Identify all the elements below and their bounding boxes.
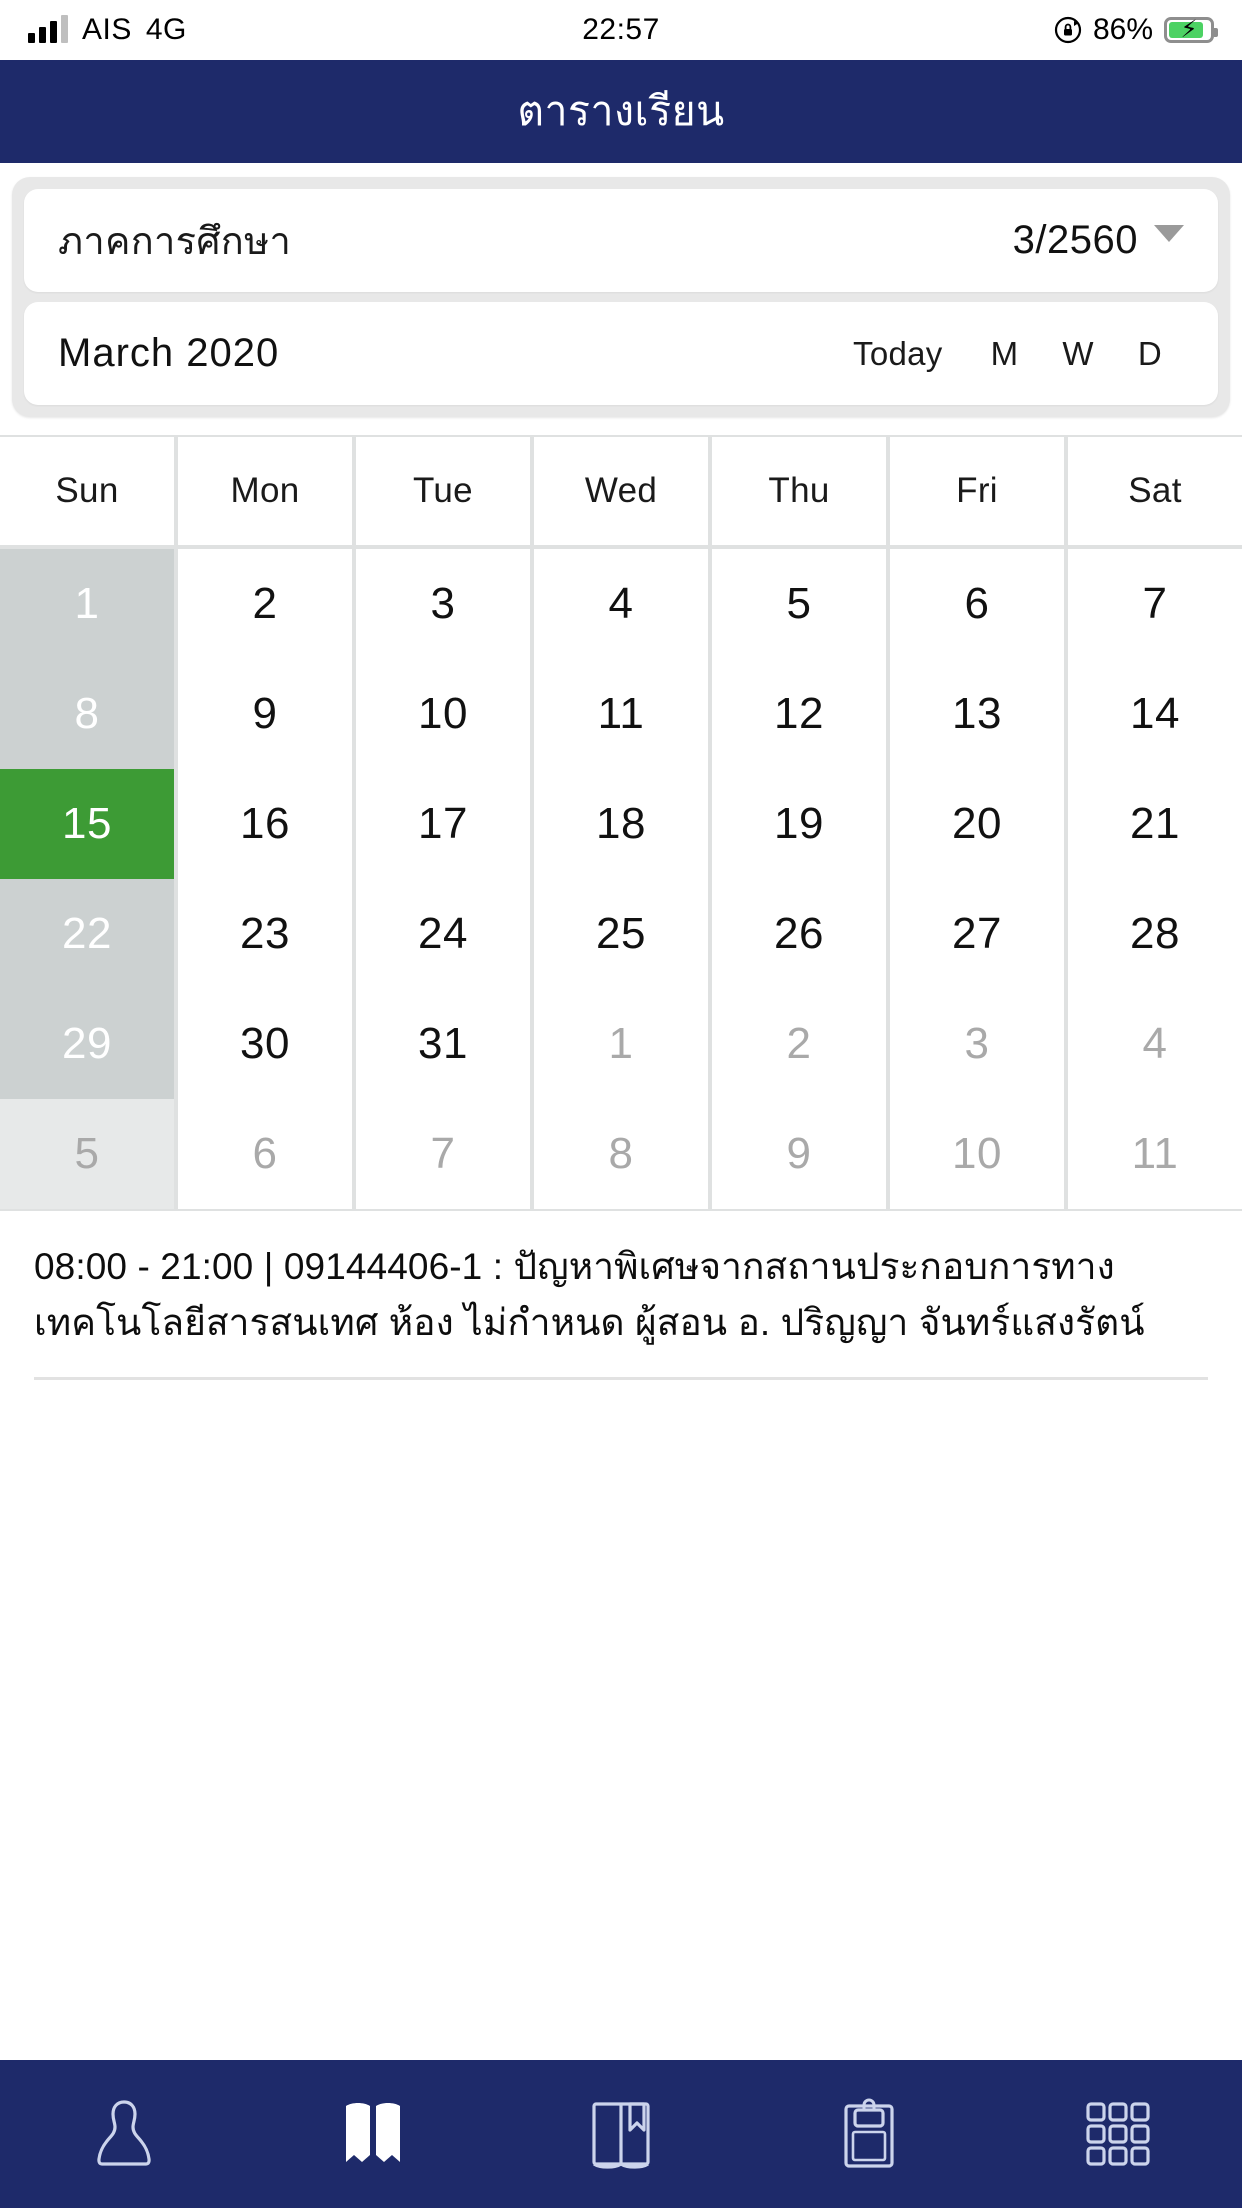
calendar-day-cell[interactable]: 4 <box>1068 989 1242 1099</box>
weekday-header-mon: Mon <box>178 437 352 545</box>
calendar-day-cell[interactable]: 31 <box>356 989 530 1099</box>
list-item[interactable]: 08:00 - 21:00 | 09144406-1 : ปัญหาพิเศษจ… <box>0 1239 1242 1351</box>
calendar-day-cell[interactable]: 17 <box>356 769 530 879</box>
calendar-day-cell[interactable]: 10 <box>890 1099 1064 1209</box>
nav-item-grades[interactable] <box>497 2060 745 2208</box>
nav-item-schedule[interactable] <box>248 2060 496 2208</box>
page-title: ตารางเรียน <box>517 88 725 134</box>
calendar-day-cell[interactable]: 13 <box>890 659 1064 769</box>
day-view-button[interactable]: D <box>1116 335 1184 373</box>
calendar-week-row: 1234567 <box>0 549 1242 659</box>
semester-selector[interactable]: ภาคการศึกษา 3/2560 <box>24 189 1218 292</box>
nav-item-records[interactable] <box>745 2060 993 2208</box>
person-icon <box>87 2094 161 2174</box>
semester-label: ภาคการศึกษา <box>58 221 292 263</box>
calendar-day-cell[interactable]: 27 <box>890 879 1064 989</box>
nav-item-more[interactable] <box>994 2060 1242 2208</box>
calendar-day-cell[interactable]: 9 <box>712 1099 886 1209</box>
rotation-lock-icon <box>1054 16 1082 44</box>
calendar-day-cell[interactable]: 7 <box>356 1099 530 1209</box>
month-view-button[interactable]: M <box>969 335 1041 373</box>
weekday-header-tue: Tue <box>356 437 530 545</box>
calendar-weeks: 1 2 3 4 5 6 7 8 9 10 11 12 13 14 15 16 17 18 19 20 21 22 23 24 2… <box>0 549 1242 1209</box>
calendar-day-cell[interactable]: 6 <box>890 549 1064 659</box>
calendar-day-cell[interactable]: 11 <box>534 659 708 769</box>
calendar-day-cell[interactable]: 9 <box>178 659 352 769</box>
calendar-day-cell[interactable]: 12 <box>712 659 886 769</box>
calendar-day-cell[interactable]: 7 <box>1068 549 1242 659</box>
calendar-day-cell[interactable]: 20 <box>890 769 1064 879</box>
calendar-day-cell[interactable]: 11 <box>1068 1099 1242 1209</box>
calendar-grid: Sun Mon Tue Wed Thu Fri Sat 1 2 3 4 5 6 7 8 9 10 1… <box>0 435 1242 1211</box>
calendar-day-cell[interactable]: 1 <box>0 549 174 659</box>
calendar-day-cell[interactable]: 22 <box>0 879 174 989</box>
calendar-day-cell[interactable]: 4 <box>534 549 708 659</box>
calendar-day-cell[interactable]: 3 <box>890 989 1064 1099</box>
calendar-day-cell[interactable]: 24 <box>356 879 530 989</box>
controls-card-group: ภาคการศึกษา 3/2560 March 2020 Today M W … <box>12 177 1230 417</box>
month-label: March 2020 <box>58 331 280 375</box>
calendar-day-cell[interactable]: 26 <box>712 879 886 989</box>
open-book-filled-icon <box>334 2094 412 2174</box>
semester-value: 3/2560 <box>1012 218 1138 262</box>
calendar-week-row: 5 6 7 8 9 10 11 <box>0 1099 1242 1209</box>
calendar-day-cell[interactable]: 5 <box>0 1099 174 1209</box>
event-list: 08:00 - 21:00 | 09144406-1 : ปัญหาพิเศษจ… <box>0 1211 1242 2060</box>
battery-charging-icon: ⚡ <box>1164 17 1218 43</box>
calendar-day-cell[interactable]: 8 <box>0 659 174 769</box>
calendar-day-cell[interactable]: 19 <box>712 769 886 879</box>
calendar-day-cell[interactable]: 29 <box>0 989 174 1099</box>
calendar-day-cell[interactable]: 2 <box>712 989 886 1099</box>
weekday-header-wed: Wed <box>534 437 708 545</box>
calendar-week-row: 8 9 10 11 12 13 14 <box>0 659 1242 769</box>
weekday-header-thu: Thu <box>712 437 886 545</box>
nav-item-profile[interactable] <box>0 2060 248 2208</box>
clipboard-icon <box>832 2094 906 2174</box>
week-view-button[interactable]: W <box>1040 335 1115 373</box>
calendar-day-cell[interactable]: 21 <box>1068 769 1242 879</box>
today-button[interactable]: Today <box>831 335 969 373</box>
grid-apps-icon <box>1078 2094 1158 2174</box>
bottom-navigation <box>0 2060 1242 2208</box>
calendar-week-row: 22 23 24 25 26 27 28 <box>0 879 1242 989</box>
list-divider <box>34 1377 1208 1381</box>
event-text: 08:00 - 21:00 | 09144406-1 : ปัญหาพิเศษจ… <box>34 1246 1145 1344</box>
view-toggle-group: Today M W D <box>831 335 1184 373</box>
semester-value-wrap: 3/2560 <box>1013 218 1184 263</box>
calendar-day-cell[interactable]: 23 <box>178 879 352 989</box>
weekday-header-fri: Fri <box>890 437 1064 545</box>
weekday-header-sun: Sun <box>0 437 174 545</box>
calendar-day-cell[interactable]: 30 <box>178 989 352 1099</box>
app-header: ตารางเรียน <box>0 60 1242 163</box>
calendar-weekday-header: Sun Mon Tue Wed Thu Fri Sat <box>0 437 1242 545</box>
calendar-day-cell[interactable]: 1 <box>534 989 708 1099</box>
calendar-day-cell[interactable]: 25 <box>534 879 708 989</box>
chevron-down-icon[interactable] <box>1154 225 1184 242</box>
app-root: AIS 4G 22:57 86% ⚡ ตารางเรียน ภาคการศึกษ… <box>0 0 1242 2208</box>
calendar-day-cell[interactable]: 16 <box>178 769 352 879</box>
calendar-day-cell[interactable]: 5 <box>712 549 886 659</box>
calendar-day-cell[interactable]: 10 <box>356 659 530 769</box>
calendar-week-row: 29 30 31 1 2 3 4 <box>0 989 1242 1099</box>
calendar-day-cell[interactable]: 2 <box>178 549 352 659</box>
calendar-day-cell[interactable]: 6 <box>178 1099 352 1209</box>
calendar-day-cell[interactable]: 18 <box>534 769 708 879</box>
status-bar: AIS 4G 22:57 86% ⚡ <box>0 0 1242 60</box>
calendar-day-cell[interactable]: 8 <box>534 1099 708 1209</box>
book-bookmark-icon <box>582 2094 660 2174</box>
calendar-week-row: 15 16 17 18 19 20 21 <box>0 769 1242 879</box>
calendar-day-cell[interactable]: 15 <box>0 769 174 879</box>
calendar-day-cell[interactable]: 14 <box>1068 659 1242 769</box>
month-bar: March 2020 Today M W D <box>24 302 1218 405</box>
weekday-header-sat: Sat <box>1068 437 1242 545</box>
calendar-day-cell[interactable]: 28 <box>1068 879 1242 989</box>
calendar-day-cell[interactable]: 3 <box>356 549 530 659</box>
